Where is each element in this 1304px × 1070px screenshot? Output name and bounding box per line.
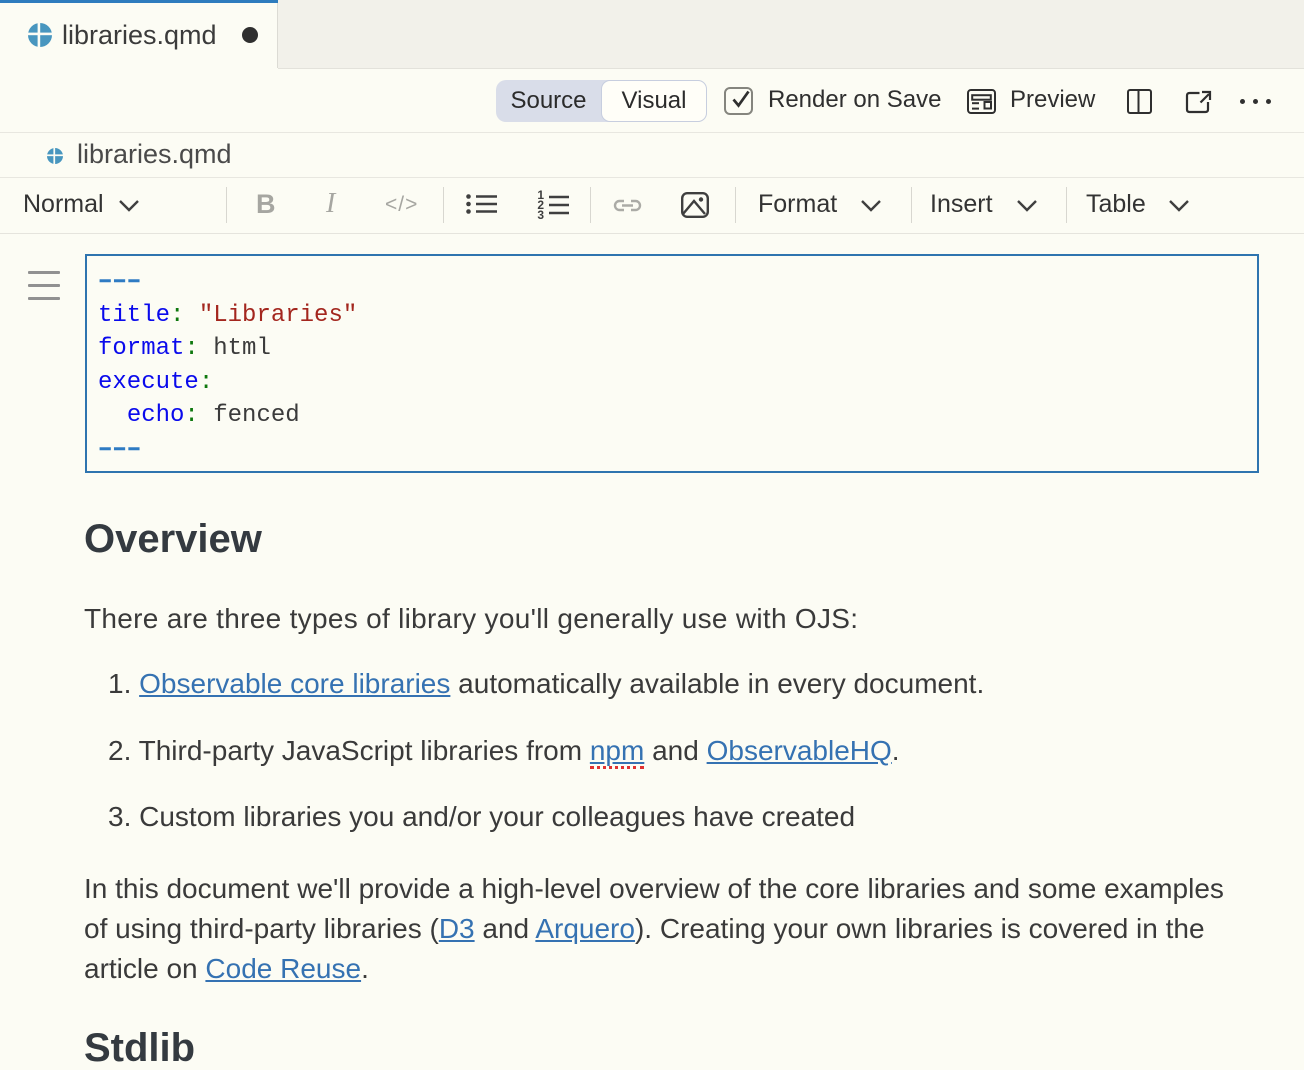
svg-text:3: 3 <box>537 208 544 220</box>
